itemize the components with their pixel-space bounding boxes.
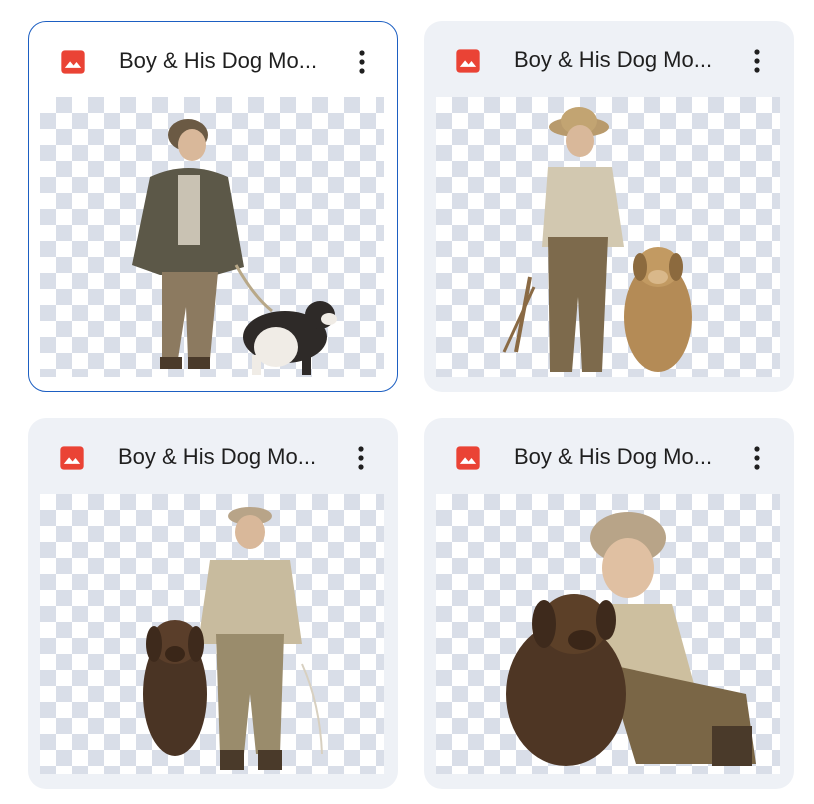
boy-and-dog-illustration: [143, 507, 323, 770]
file-card[interactable]: Boy & His Dog Mo...: [28, 21, 398, 392]
more-options-icon[interactable]: [745, 441, 769, 475]
file-title: Boy & His Dog Mo...: [118, 444, 317, 469]
file-title: Boy & His Dog Mo...: [119, 48, 318, 73]
boy-and-dog-illustration: [506, 512, 756, 766]
image-file-icon: [456, 446, 480, 470]
image-file-icon: [456, 49, 480, 73]
file-card-header: Boy & His Dog Mo...: [28, 418, 398, 494]
more-options-icon[interactable]: [350, 45, 374, 79]
file-card[interactable]: Boy & His Dog Mo...: [28, 418, 398, 789]
more-options-icon[interactable]: [349, 441, 373, 475]
file-thumbnail[interactable]: [39, 96, 384, 377]
file-thumbnail[interactable]: [436, 97, 780, 377]
file-thumbnail[interactable]: [40, 494, 384, 774]
file-title: Boy & His Dog Mo...: [514, 47, 713, 72]
file-card-header: Boy & His Dog Mo...: [424, 21, 794, 97]
file-thumbnail[interactable]: [436, 494, 780, 774]
image-file-icon: [61, 50, 85, 74]
boy-and-dog-illustration: [131, 118, 337, 375]
file-card[interactable]: Boy & His Dog Mo...: [424, 21, 794, 392]
file-card[interactable]: Boy & His Dog Mo...: [424, 418, 794, 789]
file-title: Boy & His Dog Mo...: [514, 444, 713, 469]
file-card-header: Boy & His Dog Mo...: [424, 418, 794, 494]
boy-and-dog-illustration: [502, 107, 692, 372]
image-file-icon: [60, 446, 84, 470]
file-card-header: Boy & His Dog Mo...: [29, 22, 397, 98]
more-options-icon[interactable]: [745, 44, 769, 78]
